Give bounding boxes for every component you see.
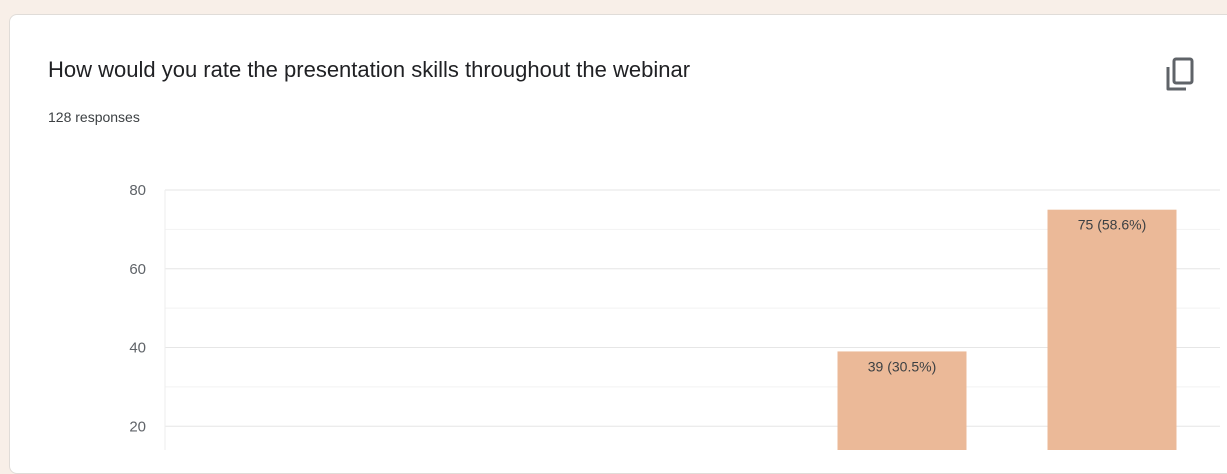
bar-layer <box>837 209 1177 450</box>
bar-data-label: 39 (30.5%) <box>868 358 936 374</box>
bar[interactable] <box>1047 209 1177 450</box>
y-tick-label: 60 <box>129 261 146 278</box>
y-tick-label: 20 <box>129 418 146 435</box>
y-tick-label: 80 <box>129 182 146 199</box>
bar-chart: 20 40 60 80 39 (30.5%) 75 (58.6%) <box>129 182 1220 450</box>
bar-data-label: 75 (58.6%) <box>1078 217 1146 233</box>
y-tick-label: 40 <box>129 340 146 357</box>
